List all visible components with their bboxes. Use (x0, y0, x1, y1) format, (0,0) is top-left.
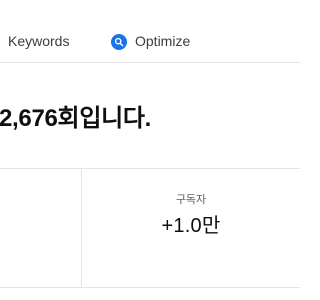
tab-keywords[interactable]: Keywords (8, 33, 69, 49)
optimize-badge-icon (111, 34, 127, 50)
page-headline: 2,676회입니다. (0, 105, 152, 132)
tab-optimize-label: Optimize (135, 33, 191, 49)
tab-optimize[interactable]: Optimize (111, 33, 191, 50)
tab-bar: Keywords Optimize (0, 0, 300, 63)
stats-panel: 구독자 +1.0만 (0, 168, 300, 288)
stat-card-left (0, 169, 81, 287)
stat-subscribers-value: +1.0만 (161, 215, 221, 237)
tab-keywords-label: Keywords (8, 33, 70, 49)
stat-subscribers-label: 구독자 (175, 194, 207, 206)
stat-card-subscribers: 구독자 +1.0만 (82, 169, 300, 287)
